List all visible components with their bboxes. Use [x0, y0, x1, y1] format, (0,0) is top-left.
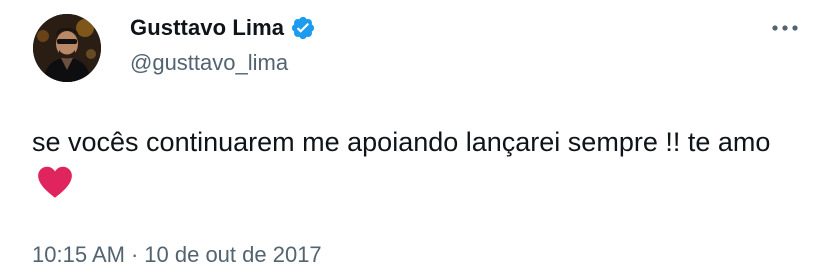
more-horizontal-icon: [772, 25, 798, 31]
display-name[interactable]: Gusttavo Lima: [130, 15, 284, 41]
author-handle[interactable]: @gusttavo_lima: [130, 50, 288, 76]
avatar[interactable]: [33, 14, 101, 82]
red-heart-icon: [36, 165, 74, 211]
tweet-meta: 10:15 AM · 10 de out de 2017: [32, 242, 322, 268]
tweet-time[interactable]: 10:15 AM: [32, 242, 125, 267]
tweet-card: Gusttavo Lima @gusttavo_lima se vocês co…: [0, 0, 828, 276]
author-name-row: Gusttavo Lima: [130, 13, 316, 43]
tweet-text: se vocês continuarem me apoiando lançare…: [32, 127, 771, 157]
verified-badge-icon: [290, 15, 316, 41]
tweet-text-container: se vocês continuarem me apoiando lançare…: [32, 121, 802, 211]
tweet-date[interactable]: 10 de out de 2017: [144, 242, 321, 267]
meta-separator: ·: [130, 242, 139, 267]
profile-photo-icon: [33, 14, 101, 82]
more-options-button[interactable]: [770, 16, 800, 40]
